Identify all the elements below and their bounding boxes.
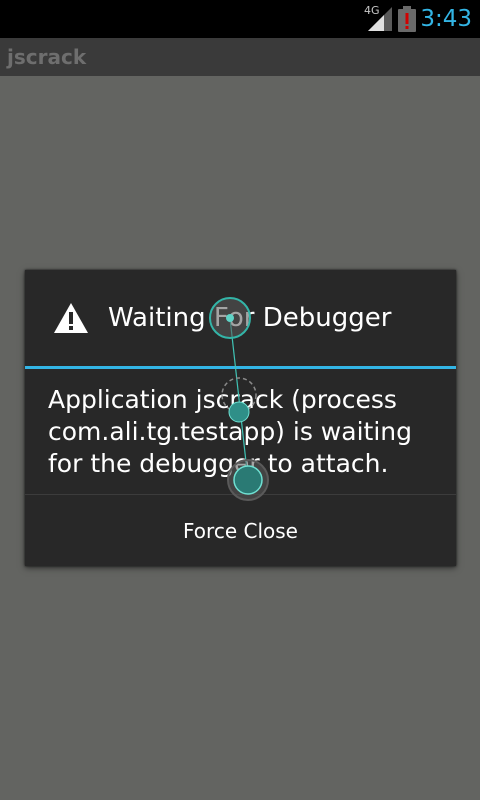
dialog-message: Application jscrack (process com.ali.tg.… [48, 385, 412, 478]
dialog-title: Waiting For Debugger [108, 303, 392, 333]
dialog-title-divider [25, 366, 456, 369]
warning-icon [54, 303, 88, 333]
app-title-bar: jscrack [0, 38, 480, 77]
screen: 4G 3:43 jscrack Waiting For Debugger App… [0, 0, 480, 800]
status-bar: 4G 3:43 [0, 0, 480, 38]
force-close-button[interactable]: Force Close [25, 495, 456, 566]
clock: 3:43 [420, 6, 472, 32]
app-title: jscrack [7, 45, 87, 69]
battery-alert-icon [398, 6, 416, 32]
debugger-dialog: Waiting For Debugger Application jscrack… [25, 270, 456, 566]
signal-icon [368, 7, 392, 31]
dialog-header: Waiting For Debugger [25, 270, 456, 366]
